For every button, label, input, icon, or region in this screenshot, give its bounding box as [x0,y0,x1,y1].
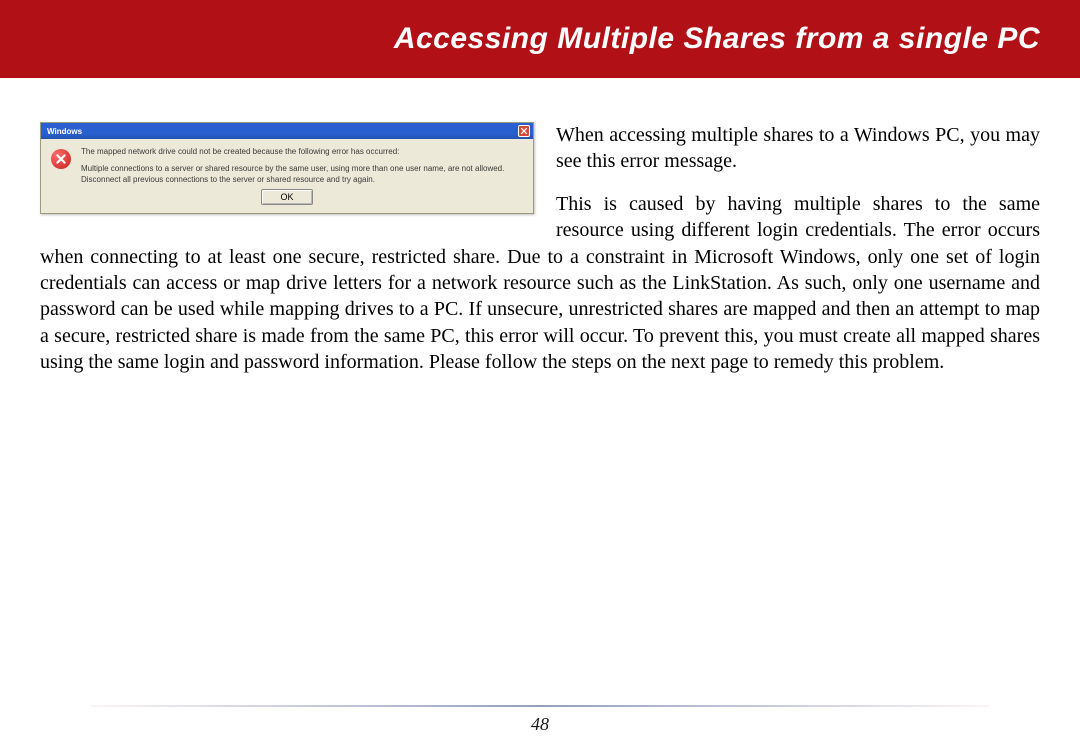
close-icon [518,125,530,137]
manual-page: Accessing Multiple Shares from a single … [0,0,1080,747]
dialog-titlebar-text: Windows [47,127,82,136]
dialog-titlebar: Windows [41,123,533,139]
dialog-message-line2: Multiple connections to a server or shar… [81,164,523,186]
dialog-body: The mapped network drive could not be cr… [41,139,533,187]
content-area: Windows The mapped network drive could n… [0,78,1080,376]
ok-button[interactable]: OK [261,189,312,205]
dialog-message-line1: The mapped network drive could not be cr… [81,147,523,158]
page-title: Accessing Multiple Shares from a single … [394,22,1040,56]
page-number: 48 [0,714,1080,735]
footer-divider [90,705,990,707]
main-paragraph: This is caused by having multiple shares… [40,191,1040,376]
dialog-button-row: OK [41,187,533,213]
header-bar: Accessing Multiple Shares from a single … [0,0,1080,78]
error-dialog-screenshot: Windows The mapped network drive could n… [40,122,534,214]
dialog-message: The mapped network drive could not be cr… [81,147,523,185]
error-icon [51,149,71,169]
